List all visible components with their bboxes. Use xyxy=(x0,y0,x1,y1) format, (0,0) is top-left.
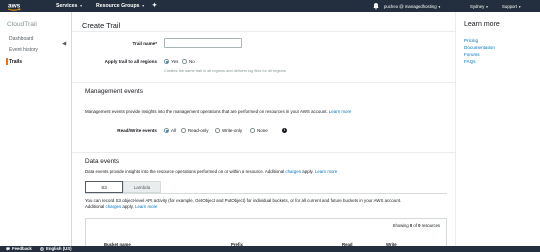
rw-all-radio[interactable] xyxy=(164,128,169,133)
account-menu[interactable]: pucheo @ managedhosting ▼ xyxy=(384,4,441,9)
chevron-down-icon: ▼ xyxy=(485,4,489,9)
tab-divider xyxy=(85,193,447,194)
collapse-sidebar-icon[interactable]: ◀ xyxy=(62,41,66,47)
divider xyxy=(72,82,455,83)
top-navigation-bar: aws Services ▼ Resource Groups ▼ ✦ pucheo … xyxy=(0,0,540,12)
info-icon[interactable]: i xyxy=(282,128,287,133)
help-panel: Learn more Pricing Documentation Forums … xyxy=(455,12,540,248)
s3-bucket-table: Showing 0 of 0 resources Bucket name Pre… xyxy=(85,218,447,248)
apply-no-radio[interactable] xyxy=(182,59,187,64)
learn-more-link[interactable]: Learn more xyxy=(315,169,337,174)
services-menu[interactable]: Services ▼ xyxy=(56,3,83,9)
feedback-button[interactable]: Feedback xyxy=(12,246,32,251)
s3-learn-more-link[interactable]: Learn more xyxy=(135,204,157,209)
help-panel-title: Learn more xyxy=(464,21,500,28)
divider xyxy=(72,31,455,32)
apply-yes-label[interactable]: Yes xyxy=(171,59,178,64)
page-title: Create Trail xyxy=(82,21,121,30)
main-content: Create Trail Trail name* Apply trail to … xyxy=(72,12,455,248)
left-sidebar: CloudTrail ◀ Dashboard Event history Tra… xyxy=(0,12,72,248)
trail-name-input[interactable] xyxy=(164,38,242,48)
help-link-faqs[interactable]: FAQs xyxy=(464,59,476,64)
aws-logo[interactable]: aws xyxy=(6,1,34,12)
rw-write-only-radio[interactable] xyxy=(215,128,220,133)
divider xyxy=(72,152,455,153)
trail-name-label: Trail name* xyxy=(132,41,157,46)
table-count: Showing 0 of 0 resources xyxy=(392,223,440,228)
s3-description-line-2: Additional charges apply. Learn more xyxy=(85,204,158,209)
rw-all-label[interactable]: All xyxy=(171,128,176,133)
apply-yes-radio[interactable] xyxy=(164,59,169,64)
rw-none-radio[interactable] xyxy=(250,128,255,133)
rw-none-label[interactable]: None xyxy=(257,128,268,133)
charges-link[interactable]: charges xyxy=(285,169,301,174)
chevron-down-icon: ▼ xyxy=(79,4,83,8)
globe-icon xyxy=(40,247,44,251)
footer-bar: Feedback English (US) xyxy=(0,246,540,252)
tab-lambda[interactable]: Lambda xyxy=(123,181,161,193)
bell-icon[interactable] xyxy=(372,2,380,10)
support-menu[interactable]: Support ▼ xyxy=(502,4,521,9)
data-events-heading: Data events xyxy=(85,158,120,165)
help-link-pricing[interactable]: Pricing xyxy=(464,38,478,43)
read-write-events-label: Read/Write events xyxy=(117,128,157,133)
apply-no-label[interactable]: No xyxy=(189,59,195,64)
region-menu[interactable]: Sydney ▼ xyxy=(470,4,489,9)
sidebar-item-trails[interactable]: Trails xyxy=(9,59,22,65)
chevron-down-icon: ▼ xyxy=(141,4,145,8)
data-events-description: Data events provide insights into the re… xyxy=(85,169,338,174)
sidebar-item-dashboard[interactable]: Dashboard xyxy=(9,36,33,42)
rw-write-only-label[interactable]: Write-only xyxy=(222,128,242,133)
apply-all-regions-label: Apply trail to all regions xyxy=(104,59,157,64)
service-name[interactable]: CloudTrail xyxy=(7,21,37,28)
rw-read-only-radio[interactable] xyxy=(181,128,186,133)
chevron-down-icon: ▼ xyxy=(437,4,441,9)
active-indicator xyxy=(6,58,8,65)
learn-more-link[interactable]: Learn more xyxy=(329,109,351,114)
management-events-heading: Management events xyxy=(85,88,143,95)
apply-help-text: Creates the same trail in all regions an… xyxy=(164,68,287,73)
tab-s3[interactable]: S3 xyxy=(85,181,123,193)
pin-icon[interactable]: ✦ xyxy=(152,2,157,9)
management-events-description: Management events provide insights into … xyxy=(85,109,352,114)
sidebar-item-event-history[interactable]: Event history xyxy=(9,47,38,53)
rw-read-only-label[interactable]: Read-only xyxy=(188,128,209,133)
language-selector[interactable]: English (US) xyxy=(46,246,72,251)
help-link-forums[interactable]: Forums xyxy=(464,52,480,57)
chevron-down-icon: ▼ xyxy=(518,4,522,9)
s3-charges-link[interactable]: charges xyxy=(106,204,122,209)
feedback-icon xyxy=(6,247,10,251)
help-link-documentation[interactable]: Documentation xyxy=(464,45,495,50)
resource-groups-menu[interactable]: Resource Groups ▼ xyxy=(96,3,145,9)
